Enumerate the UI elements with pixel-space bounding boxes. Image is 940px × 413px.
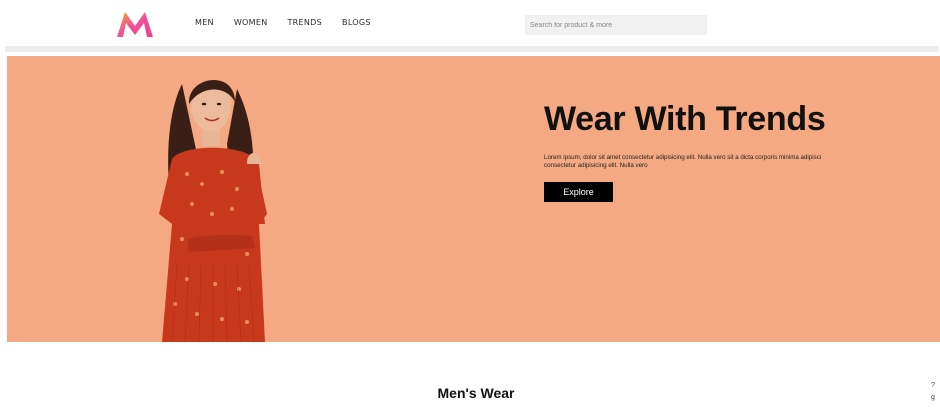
header-divider bbox=[5, 46, 939, 52]
main-nav: MEN WOMEN TRENDS BLOGS bbox=[195, 18, 371, 27]
nav-women[interactable]: WOMEN bbox=[234, 18, 268, 27]
nav-blogs[interactable]: BLOGS bbox=[342, 18, 371, 27]
hero-description: Lorem ipsum, dolor sit amet consectetur … bbox=[544, 154, 822, 169]
search-input[interactable] bbox=[525, 15, 707, 35]
hero-title: Wear With Trends bbox=[544, 100, 826, 138]
myntra-logo[interactable] bbox=[115, 9, 155, 39]
site-header: MEN WOMEN TRENDS BLOGS bbox=[0, 0, 940, 46]
nav-men[interactable]: MEN bbox=[195, 18, 214, 27]
hero-banner: Wear With Trends Lorem ipsum, dolor sit … bbox=[7, 56, 940, 342]
explore-button[interactable]: Explore bbox=[544, 182, 613, 202]
nav-trends[interactable]: TRENDS bbox=[288, 18, 323, 27]
section-title-mens-wear: Men's Wear bbox=[437, 385, 515, 401]
woman-model-illustration bbox=[159, 80, 267, 342]
edge-text: ? g bbox=[931, 382, 935, 401]
